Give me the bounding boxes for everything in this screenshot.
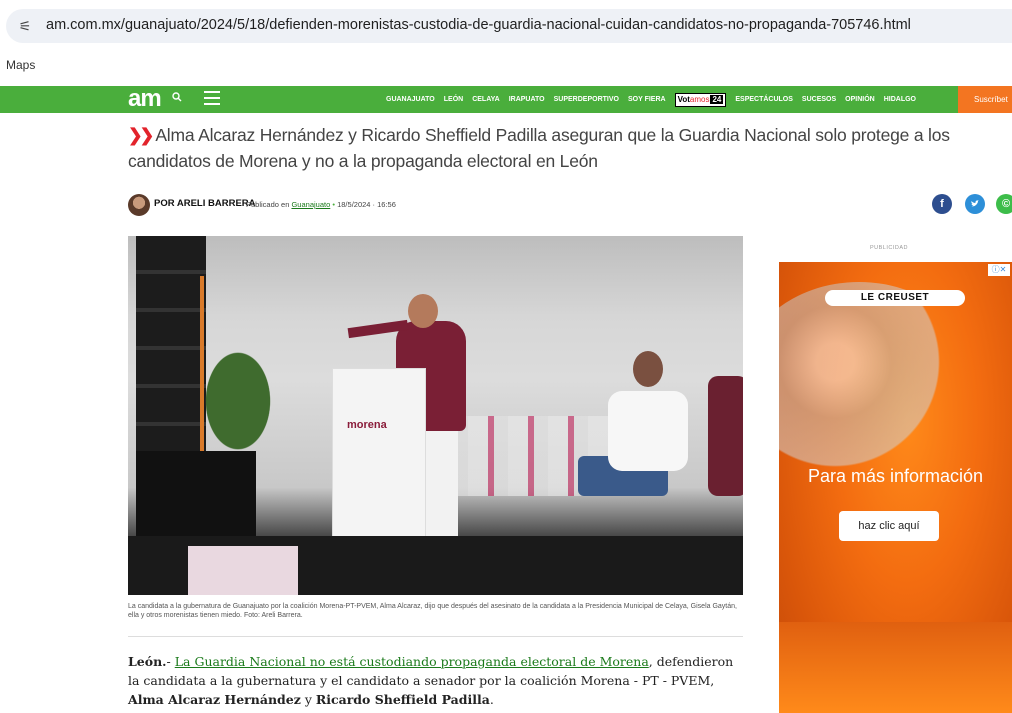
- nav-link-soy-fiera[interactable]: SOY FIERA: [628, 96, 666, 103]
- nav-link-hidalgo[interactable]: HIDALGO: [884, 96, 916, 103]
- whatsapp-icon[interactable]: ©: [996, 194, 1012, 214]
- search-icon[interactable]: [172, 92, 186, 106]
- site-logo[interactable]: am: [128, 86, 162, 111]
- section-links: GUANAJUATO LEÓN CELAYA IRAPUATO SUPERDEP…: [386, 86, 925, 113]
- bookmarks-bar: Maps: [0, 46, 1012, 84]
- subscribe-button[interactable]: Suscríbet: [958, 86, 1012, 113]
- url-field[interactable]: ⚟ am.com.mx/guanajuato/2024/5/18/defiend…: [6, 9, 1012, 43]
- headline-text: Alma Alcaraz Hernández y Ricardo Sheffie…: [128, 125, 950, 171]
- nav-link-espectaculos[interactable]: ESPECTÁCULOS: [735, 96, 793, 103]
- url-text[interactable]: am.com.mx/guanajuato/2024/5/18/defienden…: [46, 17, 911, 33]
- photo-woman-right: [708, 376, 743, 496]
- body-dateline: León.: [128, 654, 167, 669]
- nav-link-opinion[interactable]: OPINIÓN: [845, 96, 875, 103]
- nav-link-guanajuato[interactable]: GUANAJUATO: [386, 96, 435, 103]
- ad-headline: Para más información: [807, 466, 984, 486]
- nav-link-leon[interactable]: LEÓN: [444, 96, 463, 103]
- votamos-24-logo[interactable]: Vot amos 24: [674, 92, 727, 107]
- bookmark-maps[interactable]: Maps: [6, 58, 35, 72]
- body-and: y: [304, 692, 312, 707]
- body-name-2: Ricardo Sheffield Padilla: [315, 692, 490, 707]
- body-end: .: [489, 692, 494, 707]
- nav-link-celaya[interactable]: CELAYA: [472, 96, 500, 103]
- menu-icon[interactable]: [204, 91, 220, 105]
- nav-link-irapuato[interactable]: IRAPUATO: [509, 96, 545, 103]
- photo-caption: La candidata a la gubernatura de Guanaju…: [128, 603, 737, 619]
- ad-banner[interactable]: ⓘ✕ LE CREUSET Para más información haz c…: [779, 262, 1012, 713]
- published-prefix: Publicado en: [246, 200, 290, 209]
- category-link[interactable]: Guanajuato: [291, 200, 330, 209]
- author-avatar[interactable]: [128, 194, 150, 216]
- author-byline[interactable]: POR ARELI BARRERA: [154, 198, 256, 209]
- votamos-part-1: Vot: [677, 95, 690, 104]
- site-nav-bar: am GUANAJUATO LEÓN CELAYA IRAPUATO SUPER…: [0, 86, 1012, 113]
- photo-banner: [188, 546, 298, 595]
- facebook-icon[interactable]: f: [932, 194, 952, 214]
- article-headline: ❯❯ Alma Alcaraz Hernández y Ricardo Sheff…: [128, 122, 1012, 174]
- ad-label: PUBLICIDAD: [869, 245, 908, 251]
- browser-address-bar: ⚟ am.com.mx/guanajuato/2024/5/18/defiend…: [0, 0, 1012, 46]
- caption-divider: [128, 636, 743, 637]
- separator-dot: •: [332, 200, 335, 209]
- photo-speaker-head: [408, 294, 438, 328]
- adchoices-icon[interactable]: ⓘ✕: [988, 264, 1010, 276]
- article-photo[interactable]: morena: [128, 236, 743, 595]
- site-info-icon[interactable]: ⚟: [16, 17, 34, 35]
- body-link[interactable]: La Guardia Nacional no está custodiando …: [175, 654, 649, 669]
- votamos-part-3: 24: [710, 95, 724, 104]
- body-name-1: Alma Alcaraz Hernández: [128, 692, 301, 707]
- ad-bottom-image: [779, 622, 1012, 713]
- ad-lid-image: [779, 282, 979, 482]
- author-row: POR ARELI BARRERA Publicado en Guanajuat…: [128, 194, 1012, 216]
- photo-man-head: [633, 351, 663, 387]
- article-body: León.- La Guardia Nacional no está custo…: [128, 654, 734, 707]
- publish-date: 18/5/2024 · 16:56: [337, 200, 396, 209]
- headline-marker-icon: ❯❯: [128, 125, 154, 145]
- ad-brand-logo: LE CREUSET: [825, 290, 965, 306]
- votamos-part-2: amos: [689, 95, 710, 104]
- nav-link-sucesos[interactable]: SUCESOS: [802, 96, 836, 103]
- nav-link-superdeportivo[interactable]: SUPERDEPORTIVO: [554, 96, 619, 103]
- photo-man-body: [608, 391, 688, 471]
- publish-info: Publicado en Guanajuato • 18/5/2024 · 16…: [246, 200, 396, 209]
- ad-cta-button[interactable]: haz clic aquí: [839, 511, 939, 541]
- ad-brand-text: LE CREUSET: [860, 292, 930, 303]
- podium-logo-text: morena: [347, 419, 387, 431]
- twitter-icon[interactable]: [965, 194, 985, 214]
- photo-podium: morena: [332, 368, 426, 545]
